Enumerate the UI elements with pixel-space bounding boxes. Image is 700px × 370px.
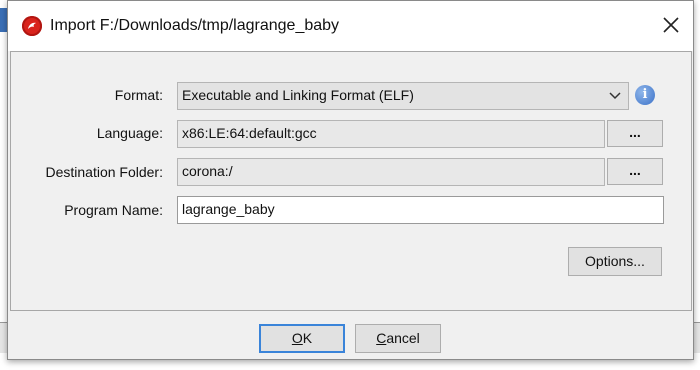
destination-browse-button[interactable]: ... <box>607 158 663 185</box>
cancel-button[interactable]: Cancel <box>355 324 441 353</box>
language-field: x86:LE:64:default:gcc <box>177 120 605 148</box>
ok-label-rest: K <box>302 330 313 346</box>
destination-field: corona:/ <box>177 158 605 186</box>
info-icon[interactable]: i <box>635 85 655 105</box>
format-value: Executable and Linking Format (ELF) <box>182 87 414 103</box>
destination-label: Destination Folder: <box>45 164 163 180</box>
cancel-mnemonic: C <box>376 330 387 346</box>
destination-value: corona:/ <box>182 163 233 179</box>
ok-mnemonic: O <box>291 330 303 346</box>
chevron-down-icon <box>609 92 621 100</box>
ghidra-dragon-icon <box>22 16 42 36</box>
program-name-input[interactable]: lagrange_baby <box>177 196 664 224</box>
options-button[interactable]: Options... <box>568 247 662 276</box>
dialog-title: Import F:/Downloads/tmp/lagrange_baby <box>50 17 340 34</box>
import-form: Format: Executable and Linking Format (E… <box>10 51 692 311</box>
format-select[interactable]: Executable and Linking Format (ELF) <box>177 82 629 110</box>
program-name-value: lagrange_baby <box>182 201 275 217</box>
language-browse-button[interactable]: ... <box>607 120 663 147</box>
program-name-label: Program Name: <box>64 202 163 218</box>
language-label: Language: <box>96 125 163 141</box>
cancel-label-rest: ancel <box>386 330 420 346</box>
language-value: x86:LE:64:default:gcc <box>182 125 317 141</box>
close-icon <box>663 17 679 33</box>
import-dialog: Import F:/Downloads/tmp/lagrange_baby Fo… <box>7 0 694 360</box>
close-button[interactable] <box>659 13 683 37</box>
format-label: Format: <box>114 87 163 103</box>
title-bar: Import F:/Downloads/tmp/lagrange_baby <box>8 1 693 51</box>
ok-button[interactable]: OK <box>259 324 345 353</box>
